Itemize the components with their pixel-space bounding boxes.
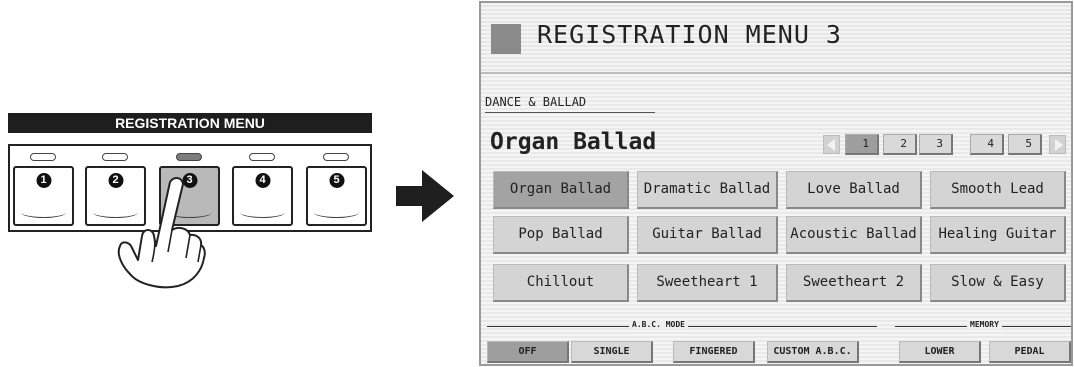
category-label: DANCE & BALLAD (485, 95, 587, 109)
registration-smooth-lead[interactable]: Smooth Lead (930, 171, 1066, 209)
screen-title: REGISTRATION MENU 3 (537, 20, 842, 49)
number-badge: 1 (36, 173, 51, 188)
registration-slow-and-easy[interactable]: Slow & Easy (930, 264, 1066, 302)
led-indicator-lit (176, 153, 202, 161)
pointing-hand-icon (117, 177, 206, 289)
registration-love-ballad[interactable]: Love Ballad (786, 171, 922, 209)
page-4-button[interactable]: 4 (970, 134, 1004, 155)
number-badge: 4 (255, 173, 270, 188)
page-2-button[interactable]: 2 (883, 134, 917, 155)
page-3-button[interactable]: 3 (919, 134, 953, 155)
registration-pop-ballad[interactable]: Pop Ballad (493, 216, 629, 254)
registration-guitar-ballad[interactable]: Guitar Ballad (637, 216, 778, 254)
memory-lower-button[interactable]: LOWER (899, 341, 981, 363)
registration-button-4[interactable]: 4 (232, 166, 293, 226)
registration-menu-panel-label: REGISTRATION MENU (8, 113, 372, 133)
page-1-button[interactable]: 1 (845, 134, 879, 155)
registration-organ-ballad[interactable]: Organ Ballad (493, 171, 629, 209)
abc-mode-off-button[interactable]: OFF (487, 341, 569, 363)
screen-content: DANCE & BALLAD Organ Ballad 1 2 3 4 5 Or… (481, 74, 1071, 364)
registration-button-1[interactable]: 1 (13, 166, 74, 226)
led-indicator (30, 153, 56, 161)
memory-label: MEMORY (967, 320, 1002, 329)
registration-button-5[interactable]: 5 (306, 166, 367, 226)
page-next-button[interactable] (1049, 135, 1066, 154)
title-bar: REGISTRATION MENU 3 (481, 3, 1071, 74)
registration-chillout[interactable]: Chillout (493, 264, 629, 302)
lcd-screen: REGISTRATION MENU 3 DANCE & BALLAD Organ… (479, 1, 1073, 366)
menu-indicator-square (491, 24, 521, 54)
abc-mode-single-button[interactable]: SINGLE (571, 341, 653, 363)
abc-mode-fingered-button[interactable]: FINGERED (673, 341, 755, 363)
registration-dramatic-ballad[interactable]: Dramatic Ballad (637, 171, 778, 209)
current-registration-name: Organ Ballad (490, 129, 657, 155)
registration-acoustic-ballad[interactable]: Acoustic Ballad (786, 216, 922, 254)
memory-pedal-button[interactable]: PEDAL (989, 341, 1071, 363)
divider (485, 112, 655, 113)
number-badge: 5 (329, 173, 344, 188)
led-indicator (249, 153, 275, 161)
right-arrow-icon (396, 170, 454, 222)
registration-healing-guitar[interactable]: Healing Guitar (930, 216, 1066, 254)
registration-sweetheart-2[interactable]: Sweetheart 2 (786, 264, 922, 302)
page-5-button[interactable]: 5 (1008, 134, 1042, 155)
led-indicator (102, 153, 128, 161)
led-indicator (323, 153, 349, 161)
abc-mode-label: A.B.C. MODE (629, 320, 688, 329)
registration-sweetheart-1[interactable]: Sweetheart 1 (637, 264, 778, 302)
page-prev-button[interactable] (823, 135, 840, 154)
abc-mode-custom-button[interactable]: CUSTOM A.B.C. (767, 341, 859, 363)
